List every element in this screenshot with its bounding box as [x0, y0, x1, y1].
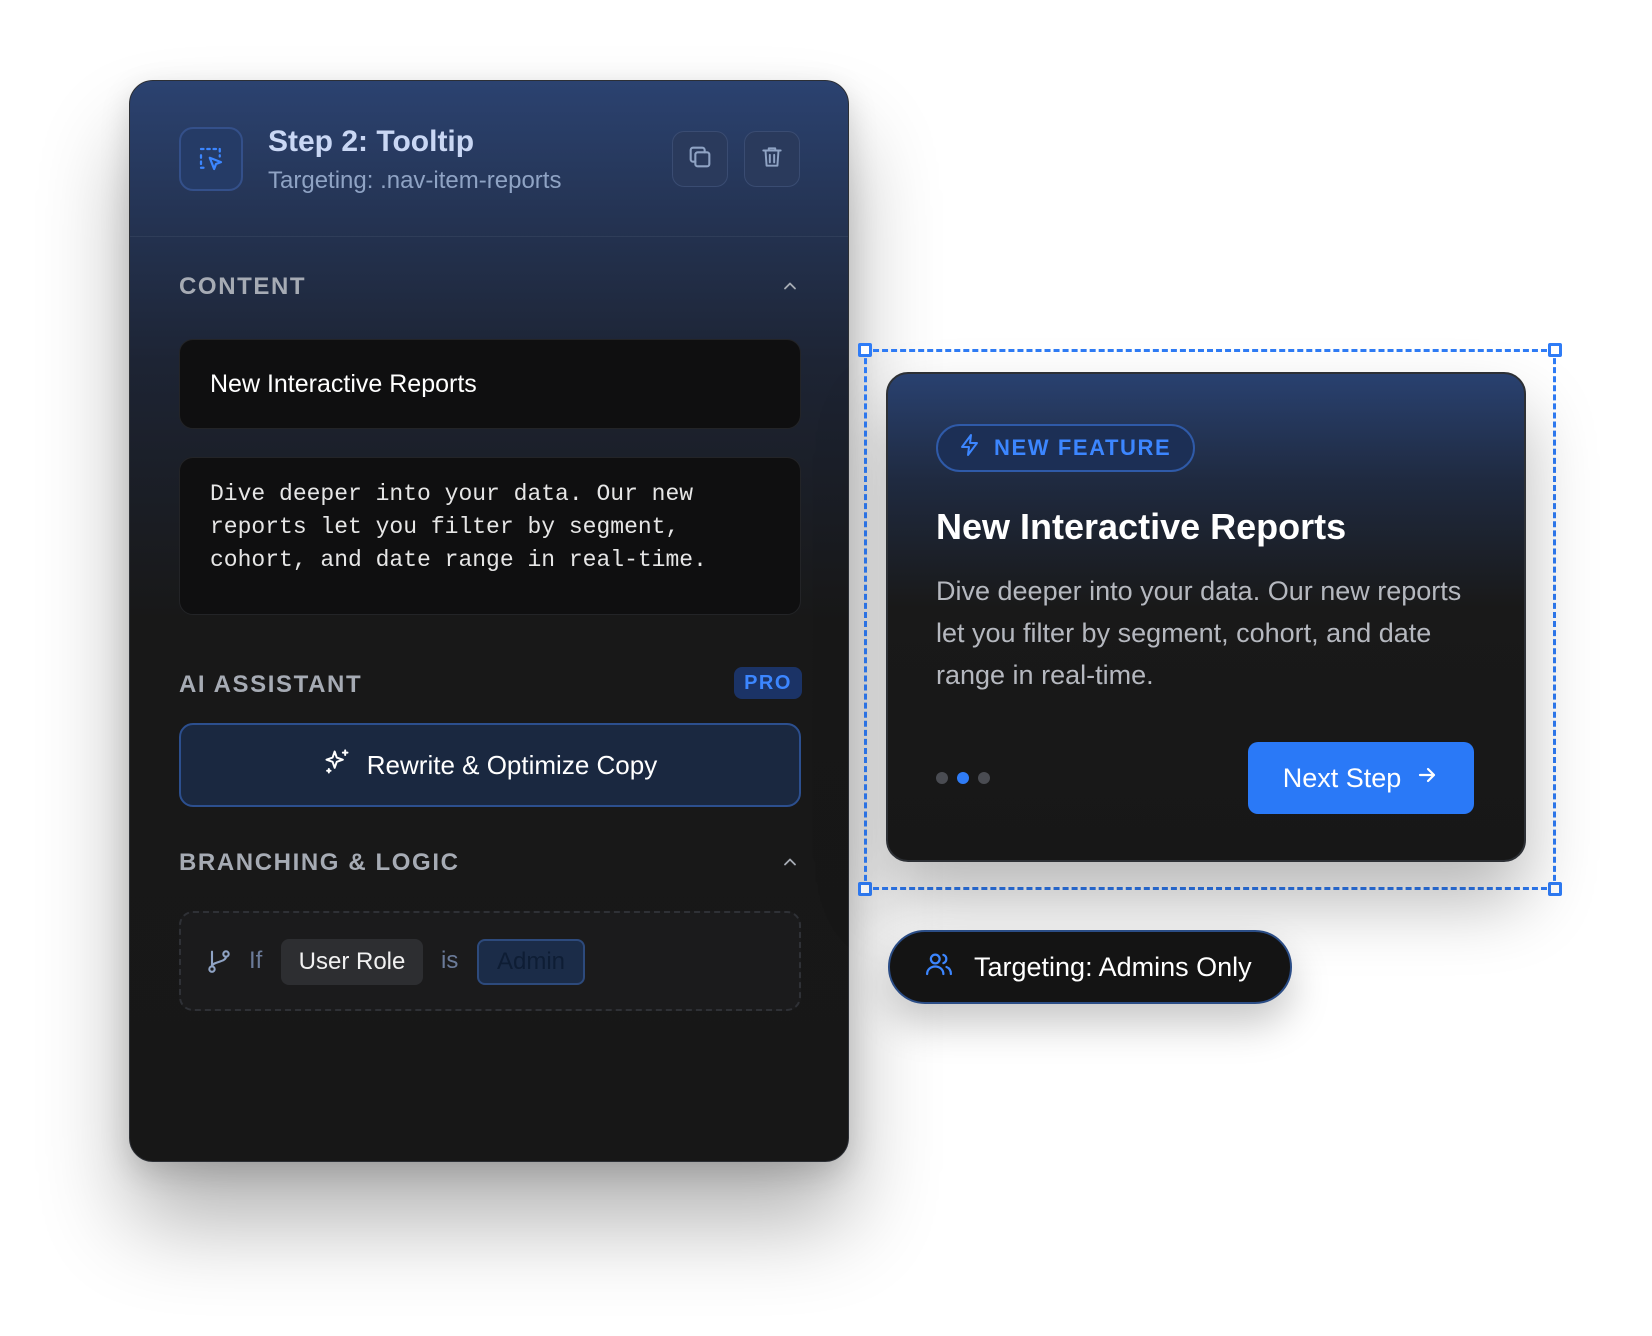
sparkles-icon: [323, 748, 351, 783]
duplicate-icon: [686, 143, 714, 176]
step-dot: [978, 772, 990, 784]
step-dot-active: [957, 772, 969, 784]
pro-badge: PRO: [734, 667, 802, 699]
next-step-label: Next Step: [1282, 762, 1402, 793]
audience-targeting-label: Targeting: Admins Only: [974, 951, 1252, 982]
collapse-logic-chevron-up-icon[interactable]: [778, 850, 802, 874]
tooltip-body-textarea[interactable]: Dive deeper into your data. Our new repo…: [179, 457, 801, 615]
next-step-button[interactable]: Next Step: [1248, 742, 1474, 814]
lightning-icon: [958, 433, 982, 463]
resize-handle-bottom-left[interactable]: [858, 882, 872, 896]
trash-icon: [759, 144, 785, 175]
logic-field-select[interactable]: User Role: [281, 939, 423, 985]
delete-step-button[interactable]: [744, 131, 800, 187]
step-title: Step 2: Tooltip: [268, 125, 475, 158]
logic-if-label: If: [249, 947, 263, 974]
ai-assistant-section-label: AI ASSISTANT: [179, 671, 363, 698]
rewrite-optimize-copy-button[interactable]: Rewrite & Optimize Copy: [179, 723, 801, 807]
logic-value-select[interactable]: Admin: [477, 939, 585, 985]
step-progress-dots: [936, 772, 990, 784]
tooltip-preview-title: New Interactive Reports: [936, 506, 1347, 547]
rewrite-optimize-copy-label: Rewrite & Optimize Copy: [366, 749, 658, 780]
selection-cursor-icon: [179, 127, 243, 191]
arrow-right-icon: [1415, 763, 1439, 794]
resize-handle-top-right[interactable]: [1548, 343, 1562, 357]
content-section-label: CONTENT: [179, 273, 307, 300]
step-dot: [936, 772, 948, 784]
step-editor-panel: Step 2: Tooltip Targeting: .nav-item-rep…: [129, 80, 849, 1162]
new-feature-label: NEW FEATURE: [994, 435, 1172, 460]
users-icon: [924, 949, 954, 986]
resize-handle-bottom-right[interactable]: [1548, 882, 1562, 896]
duplicate-step-button[interactable]: [672, 131, 728, 187]
branching-rule: If User Role is Admin: [179, 911, 801, 1011]
collapse-content-chevron-up-icon[interactable]: [778, 274, 802, 298]
resize-handle-top-left[interactable]: [858, 343, 872, 357]
logic-operator-label: is: [441, 947, 459, 974]
step-target-selector: Targeting: .nav-item-reports: [268, 167, 562, 194]
audience-targeting-chip[interactable]: Targeting: Admins Only: [888, 930, 1292, 1004]
canvas: Step 2: Tooltip Targeting: .nav-item-rep…: [0, 0, 1652, 1336]
new-feature-badge: NEW FEATURE: [936, 424, 1196, 472]
panel-header: Step 2: Tooltip Targeting: .nav-item-rep…: [130, 81, 848, 237]
tooltip-preview-body: Dive deeper into your data. Our new repo…: [936, 576, 1462, 690]
tooltip-preview-card[interactable]: NEW FEATURE New Interactive Reports Dive…: [886, 372, 1526, 862]
git-branch-icon: [205, 947, 233, 980]
tooltip-title-input[interactable]: New Interactive Reports: [179, 339, 801, 429]
branching-logic-section-label: BRANCHING & LOGIC: [179, 849, 460, 876]
